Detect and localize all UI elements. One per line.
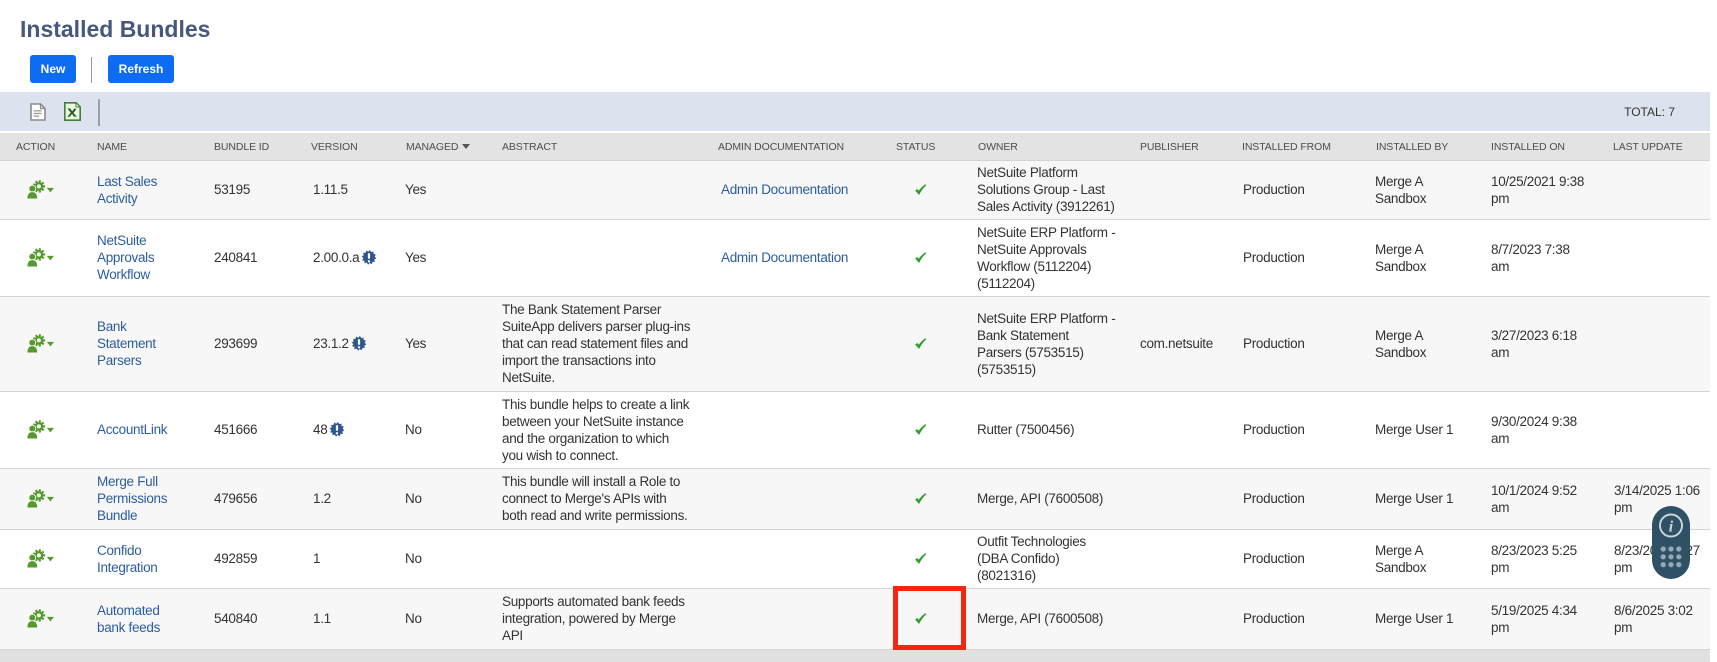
svg-text:i: i (1669, 519, 1674, 536)
